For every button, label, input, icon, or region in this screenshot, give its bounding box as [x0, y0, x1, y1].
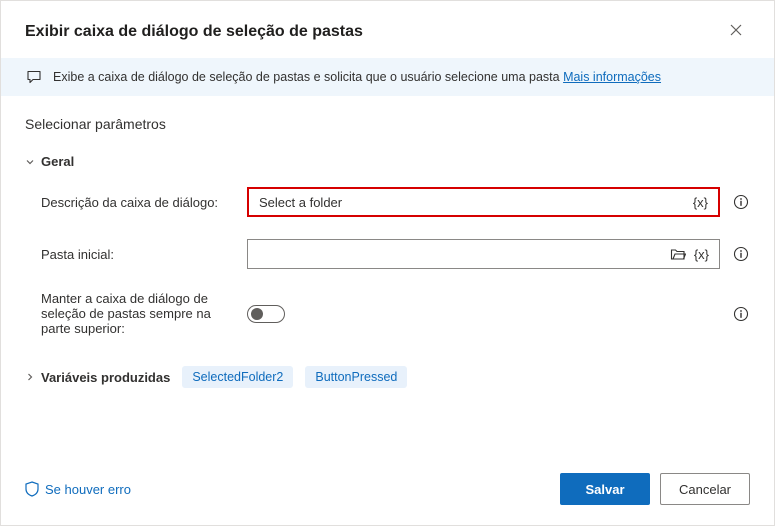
dialog-footer: Se houver erro Salvar Cancelar	[1, 457, 774, 525]
chevron-down-icon	[25, 157, 35, 167]
group-general-label: Geral	[41, 154, 74, 169]
description-input[interactable]	[259, 195, 689, 210]
chevron-right-icon	[25, 372, 35, 382]
on-error-link[interactable]: Se houver erro	[25, 481, 131, 497]
toggle-knob	[251, 308, 263, 320]
info-icon	[733, 306, 749, 322]
group-general-header[interactable]: Geral	[25, 154, 750, 169]
dialog-header: Exibir caixa de diálogo de seleção de pa…	[1, 1, 774, 58]
dialog-content: Selecionar parâmetros Geral Descrição da…	[1, 96, 774, 457]
variable-brace-icon: {x}	[694, 247, 709, 262]
info-icon	[733, 194, 749, 210]
browse-folder-button[interactable]	[666, 245, 690, 263]
comment-icon	[25, 68, 43, 86]
description-input-wrap[interactable]: {x}	[247, 187, 720, 217]
variables-row: Variáveis produzidas SelectedFolder2 But…	[25, 358, 750, 388]
initial-folder-input-wrap[interactable]: {x}	[247, 239, 720, 269]
variable-picker-button[interactable]: {x}	[689, 193, 712, 212]
field-row-initial-folder: Pasta inicial: {x}	[25, 239, 750, 269]
description-label: Descrição da caixa de diálogo:	[25, 195, 247, 210]
close-icon	[730, 24, 742, 36]
info-text-body: Exibe a caixa de diálogo de seleção de p…	[53, 70, 563, 84]
field-info-button[interactable]	[732, 245, 750, 263]
more-info-link[interactable]: Mais informações	[563, 70, 661, 84]
cancel-button[interactable]: Cancelar	[660, 473, 750, 505]
field-info-button[interactable]	[732, 193, 750, 211]
initial-folder-label: Pasta inicial:	[25, 247, 247, 262]
keep-on-top-toggle[interactable]	[247, 305, 285, 323]
variable-picker-button[interactable]: {x}	[690, 245, 713, 264]
keep-on-top-label: Manter a caixa de diálogo de seleção de …	[25, 291, 247, 336]
variable-chip[interactable]: ButtonPressed	[305, 366, 407, 388]
initial-folder-input[interactable]	[258, 247, 666, 262]
close-button[interactable]	[722, 19, 750, 44]
save-button[interactable]: Salvar	[560, 473, 650, 505]
info-banner: Exibe a caixa de diálogo de seleção de p…	[1, 58, 774, 96]
variables-label: Variáveis produzidas	[41, 370, 170, 385]
shield-icon	[25, 481, 39, 497]
field-row-description: Descrição da caixa de diálogo: {x}	[25, 187, 750, 217]
info-icon	[733, 246, 749, 262]
folder-icon	[670, 247, 686, 261]
dialog-title: Exibir caixa de diálogo de seleção de pa…	[25, 23, 363, 41]
variable-chip[interactable]: SelectedFolder2	[182, 366, 293, 388]
variable-brace-icon: {x}	[693, 195, 708, 210]
section-title: Selecionar parâmetros	[25, 116, 750, 132]
info-text: Exibe a caixa de diálogo de seleção de p…	[53, 70, 661, 84]
variables-header[interactable]: Variáveis produzidas	[25, 370, 170, 385]
field-row-keep-on-top: Manter a caixa de diálogo de seleção de …	[25, 291, 750, 336]
field-info-button[interactable]	[732, 305, 750, 323]
on-error-label: Se houver erro	[45, 482, 131, 497]
